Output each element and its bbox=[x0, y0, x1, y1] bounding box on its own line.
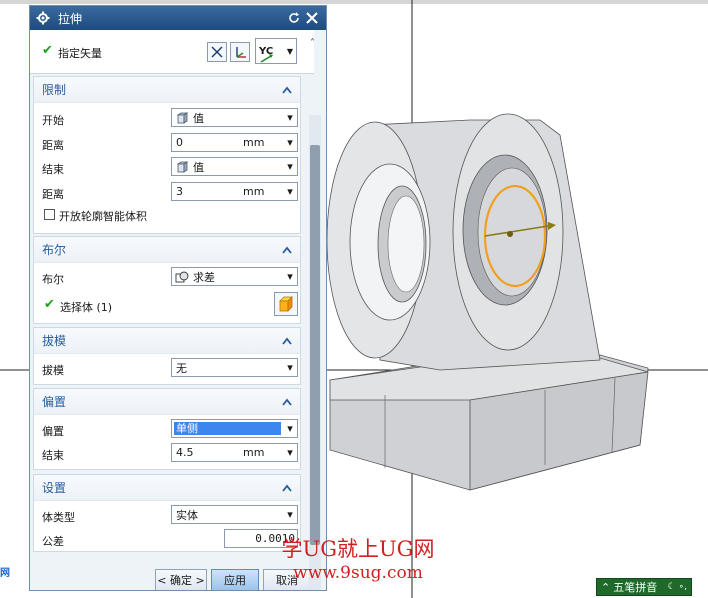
body-type-value: 实体 bbox=[176, 508, 198, 522]
logo-fragment: 网 bbox=[0, 568, 10, 579]
end-label: 结束 bbox=[42, 163, 64, 176]
ok-button[interactable]: < 确定 > bbox=[155, 569, 207, 590]
ime-status-bar[interactable]: ⌃ 五笔拼音 ☾ ∘, bbox=[596, 578, 692, 596]
start-distance-value: 0 bbox=[176, 136, 183, 149]
chevron-down-icon: ▾ bbox=[287, 361, 293, 374]
start-mode-value: 值 bbox=[193, 111, 204, 125]
section-boolean-header[interactable]: 布尔 bbox=[34, 237, 300, 263]
body-type-select[interactable]: 实体 ▾ bbox=[171, 505, 298, 524]
start-mode-select[interactable]: 值 ▾ bbox=[171, 108, 298, 127]
section-boolean: 布尔 布尔 求差 ▾ ✔ 选择体 (1) bbox=[33, 236, 301, 324]
reverse-direction-icon bbox=[211, 46, 223, 58]
open-profile-checkbox[interactable] bbox=[44, 209, 55, 220]
select-body-label: 选择体 (1) bbox=[60, 301, 113, 314]
end-distance-value: 3 bbox=[176, 185, 183, 198]
end-mode-value: 值 bbox=[193, 160, 204, 174]
chevron-down-icon: ▾ bbox=[287, 160, 293, 173]
draft-select[interactable]: 无 ▾ bbox=[171, 358, 298, 377]
select-body-button[interactable] bbox=[274, 292, 298, 316]
offset-value: 单侧 bbox=[174, 422, 281, 435]
check-icon: ✔ bbox=[44, 297, 55, 312]
watermark: 学UG就上UG网 www.9sug.com bbox=[278, 536, 438, 584]
solid-body-icon bbox=[279, 296, 293, 312]
dialog-body: ✔ 指定矢量 YC ▼ ˄ 限制 开始 值 ▾ 距离 0 mm ▾ 结束 值 ▾… bbox=[30, 30, 326, 590]
watermark-line2: www.9sug.com bbox=[293, 563, 423, 583]
end-distance-label: 距离 bbox=[42, 188, 64, 201]
vector-type-dropdown[interactable]: YC ▼ bbox=[255, 38, 297, 64]
body-type-label: 体类型 bbox=[42, 511, 75, 524]
dialog-titlebar: 拉伸 bbox=[30, 6, 326, 30]
reverse-direction-button[interactable] bbox=[207, 42, 227, 62]
base-plate bbox=[329, 354, 649, 491]
chevron-down-icon: ▾ bbox=[287, 136, 293, 149]
vector-label: 指定矢量 bbox=[58, 47, 102, 60]
collapse-icon bbox=[282, 86, 292, 94]
offset-select[interactable]: 单侧 ▾ bbox=[171, 419, 298, 438]
start-distance-input[interactable]: 0 mm ▾ bbox=[171, 133, 298, 152]
vector-constructor-icon bbox=[236, 47, 246, 58]
chevron-down-icon: ▾ bbox=[287, 270, 293, 283]
start-label: 开始 bbox=[42, 114, 64, 127]
scrollbar-thumb[interactable] bbox=[310, 145, 320, 545]
chevron-down-icon: ▾ bbox=[287, 422, 293, 435]
extrude-dialog: 拉伸 ✔ 指定矢量 YC ▼ ˄ 限制 开始 值 ▾ 距离 0 mm ▾ 结束 … bbox=[29, 5, 327, 591]
tolerance-label: 公差 bbox=[42, 535, 64, 548]
end-mode-select[interactable]: 值 ▾ bbox=[171, 157, 298, 176]
apply-button[interactable]: 应用 bbox=[211, 569, 259, 590]
bracket-body bbox=[326, 113, 601, 371]
start-distance-label: 距离 bbox=[42, 139, 64, 152]
chevron-up-icon[interactable]: ⌃ bbox=[601, 581, 610, 594]
vector-dialog-button[interactable] bbox=[230, 42, 250, 62]
collapse-icon bbox=[282, 246, 292, 254]
chevron-down-icon: ▼ bbox=[286, 46, 293, 56]
gear-icon bbox=[36, 11, 50, 25]
value-cube-icon bbox=[176, 111, 189, 124]
reset-icon[interactable] bbox=[286, 10, 302, 26]
section-draft-header[interactable]: 拔模 bbox=[34, 328, 300, 354]
unit-label: mm bbox=[243, 446, 265, 459]
collapse-icon bbox=[282, 398, 292, 406]
draft-label: 拔模 bbox=[42, 364, 64, 377]
offset-label: 偏置 bbox=[42, 425, 64, 438]
boolean-value: 求差 bbox=[193, 270, 215, 284]
section-draft: 拔模 拔模 无 ▾ bbox=[33, 327, 301, 385]
yc-arrow-icon bbox=[260, 54, 273, 63]
chevron-down-icon: ▾ bbox=[287, 508, 293, 521]
chevron-down-icon: ▾ bbox=[287, 185, 293, 198]
watermark-line1: 学UG就上UG网 bbox=[281, 537, 435, 561]
unit-label: mm bbox=[243, 185, 265, 198]
value-cube-icon bbox=[176, 160, 189, 173]
section-settings-header[interactable]: 设置 bbox=[34, 475, 300, 501]
offset-end-label: 结束 bbox=[42, 449, 64, 462]
section-offset: 偏置 偏置 单侧 ▾ 结束 4.5 mm ▾ bbox=[33, 388, 301, 470]
draft-value: 无 bbox=[176, 361, 187, 375]
dialog-title: 拉伸 bbox=[58, 11, 83, 26]
section-limits: 限制 开始 值 ▾ 距离 0 mm ▾ 结束 值 ▾ 距离 3 mm ▾ 开放轮… bbox=[33, 76, 301, 234]
section-offset-header[interactable]: 偏置 bbox=[34, 389, 300, 415]
collapse-icon bbox=[282, 337, 292, 345]
moon-icon[interactable]: ☾ ∘, bbox=[668, 582, 687, 592]
chevron-up-icon[interactable]: ˄ bbox=[310, 38, 315, 49]
offset-end-input[interactable]: 4.5 mm ▾ bbox=[171, 443, 298, 462]
unit-label: mm bbox=[243, 136, 265, 149]
section-settings: 设置 体类型 实体 ▾ 公差 0.0010 bbox=[33, 474, 301, 552]
boolean-select[interactable]: 求差 ▾ bbox=[171, 267, 298, 286]
ime-label: 五笔拼音 bbox=[613, 581, 658, 594]
close-icon[interactable] bbox=[304, 10, 320, 26]
chevron-down-icon: ▾ bbox=[287, 446, 293, 459]
check-icon: ✔ bbox=[42, 43, 53, 58]
boolean-label: 布尔 bbox=[42, 273, 64, 286]
subtract-icon bbox=[175, 271, 189, 282]
open-profile-label: 开放轮廓智能体积 bbox=[59, 210, 147, 223]
section-limits-header[interactable]: 限制 bbox=[34, 77, 300, 103]
collapse-icon bbox=[282, 484, 292, 492]
offset-end-value: 4.5 bbox=[176, 446, 194, 459]
chevron-down-icon: ▾ bbox=[287, 111, 293, 124]
end-distance-input[interactable]: 3 mm ▾ bbox=[171, 182, 298, 201]
vector-row: ✔ 指定矢量 YC ▼ ˄ bbox=[30, 30, 315, 74]
dialog-scrollbar[interactable] bbox=[309, 115, 321, 590]
